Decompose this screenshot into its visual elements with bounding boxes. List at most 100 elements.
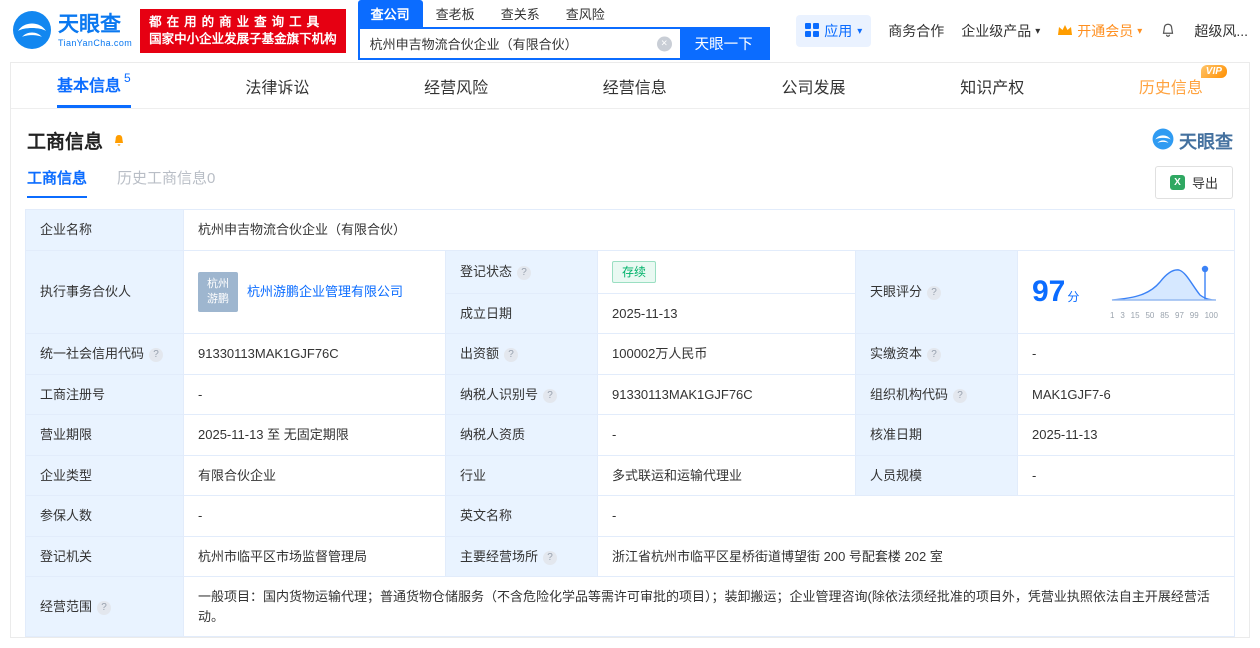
field-label-staff-size: 人员规模 bbox=[855, 454, 1018, 496]
field-value-capital: 100002万人民币 bbox=[597, 333, 856, 375]
page-title: 工商信息 bbox=[27, 132, 104, 153]
clear-icon[interactable]: × bbox=[656, 36, 672, 51]
promo-line1: 都在用的商业查询工具 bbox=[149, 15, 325, 29]
search-tab-relation[interactable]: 查关系 bbox=[488, 0, 553, 27]
help-icon[interactable]: ? bbox=[927, 286, 942, 300]
field-label-capital: 出资额? bbox=[445, 333, 598, 375]
help-icon[interactable]: ? bbox=[543, 388, 558, 403]
caret-down-icon: ▾ bbox=[1035, 25, 1041, 37]
field-value-english-name: - bbox=[597, 495, 1235, 537]
excel-icon: X bbox=[1169, 175, 1185, 190]
score-value: 97 分 bbox=[1032, 275, 1080, 309]
top-header: 天眼查 TianYanCha.com 都在用的商业查询工具 国家中小企业发展子基… bbox=[0, 0, 1260, 62]
field-label-english-name: 英文名称 bbox=[445, 495, 598, 537]
menu-vip[interactable]: 开通会员 ▾ bbox=[1057, 21, 1142, 41]
field-value-score: 97 分 1 3 15 50 85 97 99 100 bbox=[1017, 249, 1235, 334]
field-label-reg-authority: 登记机关 bbox=[25, 535, 184, 577]
tab-legal-proceedings[interactable]: 法律诉讼 bbox=[245, 63, 309, 108]
field-label-company-name: 企业名称 bbox=[25, 209, 184, 251]
subtab-history-business-info[interactable]: 历史工商信息0 bbox=[117, 167, 215, 198]
field-value-taxpayer-id: 91330113MAK1GJF76C bbox=[597, 373, 856, 415]
field-value-taxpayer-quality: - bbox=[597, 414, 856, 456]
promo-line2: 国家中小企业发展子基金旗下机构 bbox=[149, 32, 337, 46]
field-value-industry: 多式联运和运输代理业 bbox=[597, 454, 856, 496]
section-header: 工商信息 天眼查 bbox=[27, 127, 1233, 154]
field-value-reg-authority: 杭州市临平区市场监督管理局 bbox=[183, 535, 446, 577]
top-menu: 应用 ▾ 商务合作 企业级产品 ▾ 开通会员 ▾ 超级风... bbox=[796, 15, 1248, 47]
tab-intellectual-property[interactable]: 知识产权 bbox=[960, 63, 1024, 108]
field-value-partner: 杭州 游鹏 杭州游鹏企业管理有限公司 bbox=[183, 249, 446, 334]
field-label-company-type: 企业类型 bbox=[25, 454, 184, 496]
table-row: 企业类型 有限合伙企业 行业 多式联运和运输代理业 人员规模 - bbox=[25, 454, 1235, 496]
help-icon[interactable]: ? bbox=[97, 600, 112, 615]
field-value-business-term: 2025-11-13 至 无固定期限 bbox=[183, 414, 446, 456]
table-row: 执行事务合伙人 杭州 游鹏 杭州游鹏企业管理有限公司 登记状态? 存续 天眼评分… bbox=[25, 249, 1235, 334]
search-button[interactable]: 天眼一下 bbox=[679, 29, 768, 58]
field-value-reg-status: 存续 bbox=[597, 249, 856, 294]
field-value-credit-code: 91330113MAK1GJF76C bbox=[183, 333, 446, 375]
help-icon[interactable]: ? bbox=[504, 348, 519, 362]
field-label-insured: 参保人数 bbox=[25, 495, 184, 537]
field-value-company-type: 有限合伙企业 bbox=[183, 454, 446, 496]
help-icon[interactable]: ? bbox=[927, 348, 942, 362]
field-label-reg-number: 工商注册号 bbox=[25, 373, 184, 415]
tianyancha-logo[interactable]: 天眼查 TianYanCha.com bbox=[12, 10, 132, 53]
notification-bell-icon[interactable] bbox=[1159, 22, 1177, 40]
search-box: × 天眼一下 bbox=[357, 27, 770, 60]
partner-logo: 杭州 游鹏 bbox=[198, 271, 238, 312]
field-value-staff-size: - bbox=[1017, 454, 1235, 496]
tab-company-development[interactable]: 公司发展 bbox=[782, 63, 846, 108]
field-label-business-term: 营业期限 bbox=[25, 414, 184, 456]
field-value-org-code: MAK1GJF7-6 bbox=[1017, 373, 1235, 415]
score-chart-ticks: 1 3 15 50 85 97 99 100 bbox=[1110, 311, 1218, 320]
search-input[interactable] bbox=[359, 29, 680, 58]
subtab-business-info[interactable]: 工商信息 bbox=[27, 167, 88, 198]
table-row: 登记机关 杭州市临平区市场监督管理局 主要经营场所? 浙江省杭州市临平区星桥街道… bbox=[25, 535, 1235, 577]
field-label-taxpayer-quality: 纳税人资质 bbox=[445, 414, 598, 456]
menu-products[interactable]: 企业级产品 ▾ bbox=[961, 21, 1040, 41]
tab-business-info[interactable]: 经营信息 bbox=[603, 63, 667, 108]
table-row: 工商注册号 - 纳税人识别号? 91330113MAK1GJF76C 组织机构代… bbox=[25, 373, 1235, 415]
search-tab-boss[interactable]: 查老板 bbox=[423, 0, 488, 27]
vip-badge: VIP bbox=[1200, 65, 1227, 78]
company-nav-tabs: 基本信息 5 法律诉讼 经营风险 经营信息 公司发展 知识产权 历史信息 VIP bbox=[11, 63, 1249, 109]
search-tab-risk[interactable]: 查风险 bbox=[553, 0, 618, 27]
search-tabs: 查公司 查老板 查关系 查风险 bbox=[357, 0, 770, 27]
tab-operational-risk[interactable]: 经营风险 bbox=[424, 63, 488, 108]
logo-subtitle: TianYanCha.com bbox=[58, 38, 133, 48]
field-value-paid-capital: - bbox=[1017, 333, 1235, 375]
table-row: 统一社会信用代码? 91330113MAK1GJF76C 出资额? 100002… bbox=[25, 333, 1235, 375]
tab-history-info[interactable]: 历史信息 VIP bbox=[1139, 63, 1227, 108]
search-tab-company[interactable]: 查公司 bbox=[357, 0, 423, 27]
search-area: 查公司 查老板 查关系 查风险 × 天眼一下 bbox=[357, 0, 770, 60]
brand-text: 天眼查 bbox=[1179, 131, 1233, 152]
caret-down-icon: ▾ bbox=[1137, 25, 1143, 37]
field-label-partner: 执行事务合伙人 bbox=[25, 249, 184, 334]
help-icon[interactable]: ? bbox=[149, 348, 164, 362]
partner-company-link[interactable]: 杭州游鹏企业管理有限公司 bbox=[247, 282, 403, 302]
help-icon[interactable]: ? bbox=[543, 550, 558, 565]
menu-super-risk[interactable]: 超级风... bbox=[1194, 21, 1248, 41]
subtabs-row: 工商信息 历史工商信息0 X 导出 bbox=[27, 166, 1233, 199]
table-row: 营业期限 2025-11-13 至 无固定期限 纳税人资质 - 核准日期 202… bbox=[25, 414, 1235, 456]
field-value-reg-number: - bbox=[183, 373, 446, 415]
subscribe-bell-icon[interactable] bbox=[111, 133, 127, 149]
help-icon[interactable]: ? bbox=[517, 265, 532, 280]
field-label-establish-date: 成立日期 bbox=[445, 292, 598, 334]
field-label-org-code: 组织机构代码? bbox=[855, 373, 1018, 415]
field-label-business-scope: 经营范围? bbox=[25, 576, 184, 637]
score-chart: 1 3 15 50 85 97 99 100 bbox=[1110, 262, 1220, 323]
field-label-business-site: 主要经营场所? bbox=[445, 535, 598, 577]
field-label-score: 天眼评分? bbox=[855, 249, 1018, 334]
export-button[interactable]: X 导出 bbox=[1154, 166, 1233, 199]
caret-down-icon: ▾ bbox=[857, 25, 863, 37]
field-value-approval-date: 2025-11-13 bbox=[1017, 414, 1235, 456]
crown-icon bbox=[1057, 23, 1073, 39]
business-info-table: 企业名称 杭州申吉物流合伙企业（有限合伙） 执行事务合伙人 杭州 游鹏 杭州游鹏… bbox=[25, 209, 1235, 637]
menu-cooperation[interactable]: 商务合作 bbox=[888, 21, 944, 41]
apps-menu[interactable]: 应用 ▾ bbox=[796, 15, 872, 47]
tab-basic-info[interactable]: 基本信息 5 bbox=[57, 63, 131, 108]
field-label-paid-capital: 实缴资本? bbox=[855, 333, 1018, 375]
tianyancha-logo-icon bbox=[12, 10, 52, 53]
help-icon[interactable]: ? bbox=[953, 388, 968, 403]
